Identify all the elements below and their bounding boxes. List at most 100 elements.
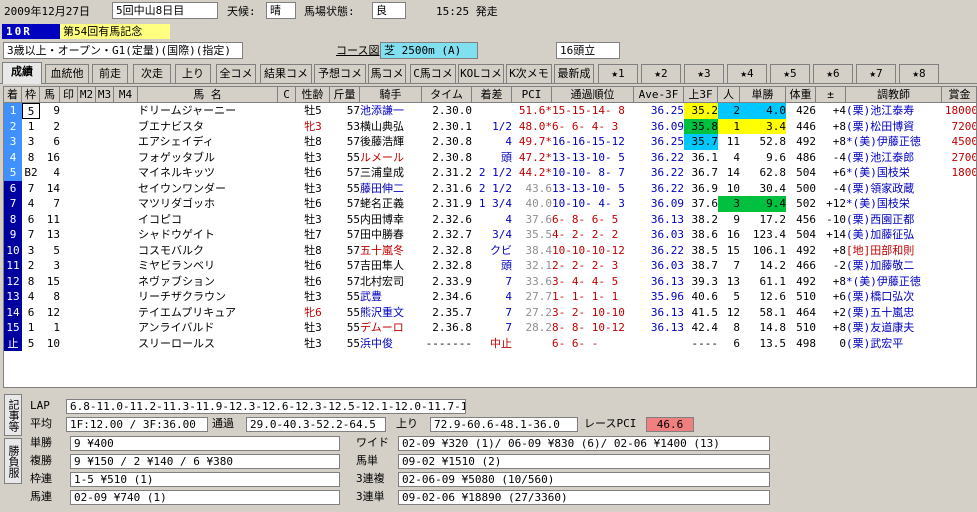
course-map-link[interactable]: コース図	[336, 42, 379, 59]
table-row[interactable]: 15 1 1 アンライバルド 牡3 55 デムーロ 2.36.8 7 28.2 8- 8- 10-1…	[4, 320, 976, 336]
race-summary-panel: 記事等 勝負服 LAP 6.8-11.0-11.2-11.3-11.9-12.3…	[0, 392, 977, 512]
col-last3f[interactable]: 上3F	[684, 87, 718, 103]
cell-diff: -4	[832, 150, 846, 164]
col-body-weight[interactable]: 体重	[786, 87, 816, 103]
cell-num: 6	[53, 135, 60, 148]
weather-field: 晴	[266, 2, 296, 19]
col-horse-name[interactable]: 馬 名	[138, 87, 278, 103]
tab-star8[interactable]: ★8	[899, 64, 939, 83]
cell-jockey: 武豊	[360, 290, 382, 303]
tab-k-next-memo[interactable]: K次メモ	[506, 64, 552, 83]
table-row[interactable]: 11 2 3 ミヤビランベリ 牡6 57 吉田隼人 2.32.8 頭 32.1 2- 2- 2- 3…	[4, 258, 976, 274]
col-sex-age[interactable]: 性齢	[296, 87, 330, 103]
cell-prize	[942, 305, 976, 321]
col-mark[interactable]: 印	[60, 87, 78, 103]
cell-trainer: (栗)橋口弘次	[846, 290, 915, 303]
cell-pass: 10-10- 4- 3	[552, 197, 625, 210]
tab-star5[interactable]: ★5	[770, 64, 810, 83]
table-row[interactable]: 2 1 2 ブエナビスタ 牝3 53 横山典弘 2.30.1 1/2 48.0* 6- 6- 4- …	[4, 118, 976, 134]
tab-c-horse-comments[interactable]: C馬コメ	[410, 64, 456, 83]
tab-next-race[interactable]: 次走	[133, 64, 171, 83]
col-m3[interactable]: M3	[96, 87, 114, 103]
tab-star3[interactable]: ★3	[684, 64, 724, 83]
tab-article[interactable]: 記事等	[4, 394, 22, 436]
tab-result-comments[interactable]: 結果コメ	[260, 64, 312, 83]
tab-prev-race[interactable]: 前走	[92, 64, 128, 83]
tab-kol-comments[interactable]: KOLコメ	[458, 64, 504, 83]
col-waku[interactable]: 枠	[22, 87, 40, 103]
tab-prediction-comments[interactable]: 予想コメ	[314, 64, 366, 83]
col-jockey[interactable]: 騎手	[360, 87, 422, 103]
col-num[interactable]: 馬	[40, 87, 60, 103]
table-row[interactable]: 12 8 15 ネヴァブション 牡6 57 北村宏司 2.33.9 7 33.6 3- 4- 4- …	[4, 273, 976, 289]
col-ave3f[interactable]: Ave-3F	[634, 87, 684, 103]
tab-star6[interactable]: ★6	[813, 64, 853, 83]
tab-star2[interactable]: ★2	[641, 64, 681, 83]
cell-trainer: (栗)加藤敬二	[846, 259, 915, 272]
tab-star4[interactable]: ★4	[727, 64, 767, 83]
cell-odds: 106.1	[752, 243, 786, 257]
track-field: 良	[372, 2, 406, 19]
table-row[interactable]: 14 6 12 テイエムプリキュア 牝6 55 熊沢重文 2.35.7 7 27.2 3- 2- 1…	[4, 304, 976, 321]
cell-pos: 7	[4, 196, 22, 212]
cell-num: 12	[46, 305, 60, 319]
table-row[interactable]: 8 6 11 イコピコ 牡3 55 内田博幸 2.32.6 4 37.6 6- 8- 6- 5 36.…	[4, 211, 976, 227]
tab-horse-comments[interactable]: 馬コメ	[368, 64, 406, 83]
tab-star1[interactable]: ★1	[598, 64, 638, 83]
col-prize[interactable]: 賞金	[942, 87, 976, 103]
cell-pci: 40.0	[525, 197, 553, 210]
cell-margin: 2 1/2	[478, 181, 512, 195]
col-odds[interactable]: 単勝	[740, 87, 786, 103]
table-row[interactable]: 1 5 9 ドリームジャーニー 牡5 57 池添謙一 2.30.0 51.6* 15-15-14-…	[4, 103, 976, 119]
cell-sex: 牡3	[304, 290, 322, 303]
cell-body: 426	[796, 104, 816, 117]
col-trainer[interactable]: 調教師	[846, 87, 942, 103]
table-row[interactable]: 10 3 5 コスモバルク 牡8 57 五十嵐冬 2.32.8 クビ 38.4 10-10-10-1…	[4, 242, 976, 258]
tab-latest[interactable]: 最新成	[554, 64, 594, 83]
cell-margin: 7	[505, 274, 512, 288]
tab-results[interactable]: 成績	[2, 62, 42, 84]
col-time[interactable]: タイム	[422, 87, 472, 103]
cell-trainer: *(美)国枝栄	[846, 166, 910, 179]
table-row[interactable]: 3 3 6 エアシェイディ 牡8 57 後藤浩輝 2.30.8 4 49.7* 16-16-15-1…	[4, 134, 976, 150]
col-pci[interactable]: PCI	[512, 87, 552, 103]
col-passing[interactable]: 通過順位	[552, 87, 634, 103]
col-m2[interactable]: M2	[78, 87, 96, 103]
tab-all-comments[interactable]: 全コメ	[216, 64, 256, 83]
cell-f3: 35.8	[684, 118, 718, 134]
col-margin[interactable]: 着差	[472, 87, 512, 103]
col-m4[interactable]: M4	[114, 87, 138, 103]
tab-last3f[interactable]: 上り	[175, 64, 211, 83]
cell-diff: +12	[826, 197, 846, 210]
table-row[interactable]: 5 B2 4 マイネルキッツ 牡6 57 三浦皇成 2.31.2 2 1/2 44.2* 10-10…	[4, 165, 976, 181]
table-row[interactable]: 7 4 7 マツリダゴッホ 牡6 57 蛯名正義 2.31.9 1 3/4 40.0 10-10- …	[4, 196, 976, 212]
race-number: 10R	[2, 24, 60, 39]
col-pos[interactable]: 着	[4, 87, 22, 103]
table-row[interactable]: 9 7 13 シャドウゲイト 牡7 57 田中勝春 2.32.7 3/4 35.5 4- 2- 2-…	[4, 227, 976, 243]
cell-ave: 36.09	[650, 197, 684, 210]
pass-field: 29.0-40.3-52.2-64.5	[246, 417, 386, 432]
table-row[interactable]: 6 7 14 セイウンワンダー 牡3 55 藤田伸二 2.31.6 2 1/2 43.6 13-13…	[4, 180, 976, 196]
results-table[interactable]: 着 枠 馬 印 M2 M3 M4 馬 名 C 性齢 斤量 騎手 タイム 着差 P…	[3, 86, 977, 388]
cell-f3: 38.7	[691, 259, 719, 272]
col-c[interactable]: C	[278, 87, 296, 103]
cell-jockey: 北村宏司	[360, 274, 404, 288]
col-weight[interactable]: 斤量	[330, 87, 360, 103]
cell-body: 502	[796, 197, 816, 210]
col-popularity[interactable]: 人	[718, 87, 740, 103]
cell-body: 510	[796, 321, 816, 334]
table-row[interactable]: 4 8 16 フォゲッタブル 牡3 55 ルメール 2.30.8 頭 47.2* 13-13-10-…	[4, 149, 976, 165]
cell-time: 2.33.9	[432, 274, 472, 288]
cell-time: 2.30.1	[432, 119, 472, 133]
cell-wt: 55	[346, 290, 360, 303]
tab-pedigree[interactable]: 血統他	[45, 64, 89, 83]
cell-body: 486	[796, 150, 816, 164]
cell-diff: +4	[832, 104, 846, 117]
tab-silks[interactable]: 勝負服	[4, 438, 22, 484]
table-row[interactable]: 止 5 10 スリーロールス 牡3 55 浜中俊 ------- 中止 6- 6- - ---- 6 1…	[4, 335, 976, 351]
cell-name: マイネルキッツ	[138, 166, 215, 179]
race-conditions: 3歳以上・オープン・G1(定量)(国際)(指定)	[3, 42, 243, 59]
table-row[interactable]: 13 4 8 リーチザクラウン 牡3 55 武豊 2.34.6 4 27.7 1- 1- 1- 1 3…	[4, 289, 976, 305]
tab-star7[interactable]: ★7	[856, 64, 896, 83]
col-diff[interactable]: ±	[816, 87, 846, 103]
